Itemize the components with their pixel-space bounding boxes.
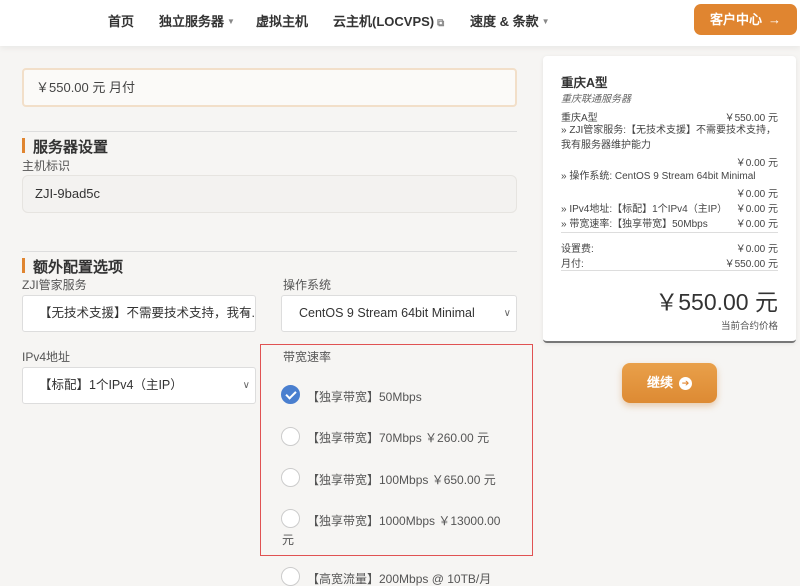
summary-total-price: ￥550.00 元 bbox=[655, 289, 778, 315]
mgmt-service-select[interactable]: 【无技术支援】不需要技术支持，我有... ∨ bbox=[22, 295, 256, 332]
traffic-option-label: 【高宽流量】200Mbps @ 10TB/月 bbox=[307, 572, 492, 586]
ipv4-select[interactable]: 【标配】1个IPv4（主IP） ∨ bbox=[22, 367, 256, 404]
traffic-radio-200[interactable] bbox=[281, 567, 300, 586]
summary-total-label: 当前合约价格 bbox=[720, 321, 778, 332]
mgmt-service-label: ZJI管家服务 bbox=[22, 278, 87, 292]
summary-os-text: » 操作系统: CentOS 9 Stream 64bit Minimal bbox=[561, 171, 756, 182]
divider bbox=[22, 131, 517, 132]
bandwidth-option-label: 【独享带宽】100Mbps ￥650.00 元 bbox=[307, 473, 496, 487]
ipv4-label: IPv4地址 bbox=[22, 350, 71, 364]
summary-base-label: 重庆A型 bbox=[561, 113, 598, 124]
client-center-button[interactable]: 客户中心 → bbox=[694, 4, 797, 35]
summary-bw-price: ￥0.00 元 bbox=[735, 219, 778, 230]
chevron-down-icon: ∨ bbox=[242, 308, 250, 319]
divider bbox=[22, 251, 517, 252]
top-nav-bar: 首页 独立服务器 ▼ 虚拟主机 云主机(LOCVPS) ⧉ 速度 & 条款 ▼ 客户中… bbox=[0, 0, 800, 46]
main-nav: 首页 独立服务器 ▼ 虚拟主机 云主机(LOCVPS) ⧉ 速度 & 条款 ▼ bbox=[0, 11, 800, 31]
summary-mgmt-price: ￥0.00 元 bbox=[735, 158, 778, 169]
summary-product-subtitle: 重庆联通服务器 bbox=[561, 94, 631, 105]
bandwidth-option-label-cont: 元 bbox=[282, 533, 295, 547]
summary-product-title: 重庆A型 bbox=[561, 76, 608, 90]
chevron-down-icon: ▼ bbox=[541, 17, 550, 26]
server-settings-title: 服务器设置 bbox=[22, 136, 108, 157]
chevron-down-icon: ∨ bbox=[242, 380, 250, 391]
bandwidth-radio-1000[interactable] bbox=[281, 509, 300, 528]
bandwidth-option-label: 【独享带宽】70Mbps ￥260.00 元 bbox=[307, 431, 490, 445]
extra-options-title: 额外配置选项 bbox=[22, 256, 123, 277]
hostname-label: 主机标识 bbox=[22, 159, 71, 173]
nav-dedicated-label: 独立服务器 bbox=[159, 14, 225, 29]
summary-ipv4-label: » IPv4地址:【标配】1个IPv4（主IP） bbox=[561, 204, 728, 215]
summary-ipv4-price: ￥0.00 元 bbox=[735, 204, 778, 215]
chevron-down-icon: ∨ bbox=[503, 308, 511, 319]
nav-speed-label: 速度 & 条款 bbox=[470, 14, 539, 29]
summary-os-price: ￥0.00 元 bbox=[735, 189, 778, 200]
summary-setup-label: 设置费: bbox=[561, 244, 594, 255]
continue-label: 继续 bbox=[646, 375, 673, 390]
chevron-down-icon: ▼ bbox=[227, 17, 235, 26]
summary-bw-label: » 带宽速率:【独享带宽】50Mbps bbox=[561, 219, 708, 230]
nav-home[interactable]: 首页 bbox=[108, 11, 134, 30]
arrow-right-icon: → bbox=[768, 12, 781, 27]
nav-virtual-hosting[interactable]: 虚拟主机 bbox=[256, 11, 308, 30]
mgmt-service-value: 【无技术支援】不需要技术支持，我有... bbox=[39, 306, 256, 320]
os-label: 操作系统 bbox=[283, 278, 332, 292]
summary-mgmt-text: » ZJI管家服务:【无技术支援】不需要技术支持，我有服务器维护能力 bbox=[561, 125, 777, 151]
summary-setup-price: ￥0.00 元 bbox=[735, 244, 778, 255]
summary-divider bbox=[561, 270, 778, 271]
bandwidth-radio-100[interactable] bbox=[281, 468, 300, 487]
os-select[interactable]: CentOS 9 Stream 64bit Minimal ∨ bbox=[281, 295, 517, 332]
bandwidth-radio-70[interactable] bbox=[281, 427, 300, 446]
summary-divider bbox=[561, 232, 778, 233]
os-value: CentOS 9 Stream 64bit Minimal bbox=[299, 306, 475, 320]
nav-cloud-host[interactable]: 云主机(LOCVPS) ⧉ bbox=[333, 11, 444, 30]
hostname-input[interactable]: ZJI-9bad5c bbox=[22, 175, 517, 213]
bandwidth-radio-50[interactable] bbox=[281, 385, 300, 404]
summary-monthly-label: 月付: bbox=[561, 259, 584, 270]
summary-base-price: ￥550.00 元 bbox=[724, 113, 778, 124]
billing-cycle-field[interactable]: ￥550.00 元 月付 bbox=[22, 68, 517, 107]
bandwidth-option-label: 【独享带宽】1000Mbps ￥13000.00 bbox=[307, 514, 501, 528]
external-link-icon: ⧉ bbox=[437, 18, 445, 29]
arrow-right-circle-icon: ➔ bbox=[679, 377, 692, 390]
bandwidth-label: 带宽速率 bbox=[283, 350, 332, 364]
nav-cloud-label: 云主机(LOCVPS) bbox=[333, 14, 435, 29]
continue-button[interactable]: 继续 ➔ bbox=[622, 363, 717, 403]
client-center-label: 客户中心 bbox=[709, 12, 762, 27]
ipv4-value: 【标配】1个IPv4（主IP） bbox=[39, 378, 183, 392]
order-summary-panel: 重庆A型 重庆联通服务器 重庆A型 ￥550.00 元 » ZJI管家服务:【无… bbox=[543, 56, 796, 343]
nav-speed-terms[interactable]: 速度 & 条款 ▼ bbox=[470, 11, 550, 30]
bandwidth-option-label: 【独享带宽】50Mbps bbox=[307, 390, 422, 404]
summary-monthly-price: ￥550.00 元 bbox=[724, 259, 778, 270]
nav-dedicated-servers[interactable]: 独立服务器 ▼ bbox=[159, 11, 235, 30]
